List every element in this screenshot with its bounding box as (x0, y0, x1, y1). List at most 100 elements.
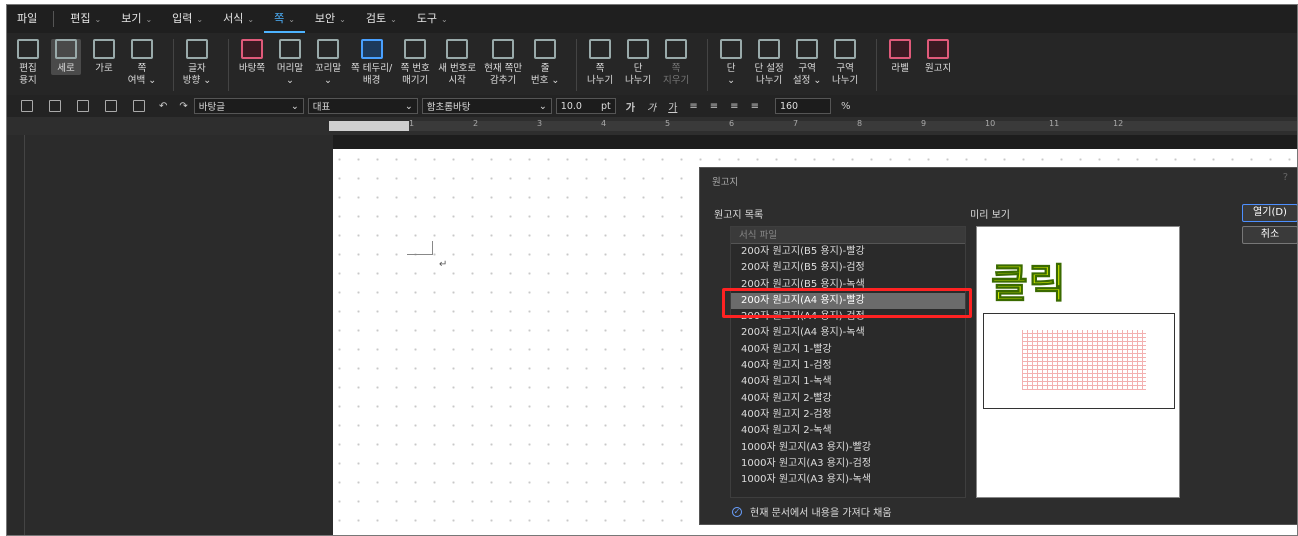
ribbon-button-18[interactable]: 단 설정 나누기 (754, 39, 784, 87)
line-spacing-input[interactable]: 160 (774, 98, 831, 114)
list-item[interactable]: 400자 원고지 2-녹색 (731, 423, 965, 439)
ribbon-button-20[interactable]: 구역 나누기 (830, 39, 860, 87)
list-item[interactable]: 200자 원고지(A4 용지)-검정 (731, 309, 965, 325)
ribbon-button-9[interactable]: 쪽 테두리/배경 (351, 39, 392, 87)
chevron-down-icon: ⌄ (339, 15, 346, 24)
ribbon-button-12[interactable]: 현재 쪽만 감추기 (484, 39, 522, 87)
bold-button[interactable]: 가 (626, 99, 635, 114)
underline-button[interactable]: 가 (668, 99, 677, 114)
list-item[interactable]: 400자 원고지 1-녹색 (731, 374, 965, 390)
list-item[interactable]: 1000자 원고지(A3 용지)-빨강 (731, 440, 965, 456)
ruler-indent-marker[interactable] (329, 121, 409, 131)
ribbon-label: 단 (633, 63, 643, 74)
menu-3[interactable]: 보기 ⌄ (111, 5, 162, 33)
fill-content-checkbox[interactable]: ✓ 현재 문서에서 내용을 가져다 채움 (732, 504, 892, 519)
manuscript-items: 200자 원고지(B5 용지)-빨강 200자 원고지(B5 용지)-검정 200자… (731, 244, 965, 488)
menu-1[interactable]: 파일 (7, 5, 47, 33)
ribbon-label: 바탕쪽 (238, 63, 266, 74)
list-item[interactable]: 400자 원고지 1-빨강 (731, 342, 965, 358)
ribbon-button-6[interactable]: 바탕쪽 (237, 39, 267, 75)
ribbon-button-11[interactable]: 새 번호로 시작 (438, 39, 476, 87)
ribbon-button-16[interactable]: 쪽 지우기 (661, 39, 691, 87)
ribbon-button-1[interactable]: 편집 용지 (13, 39, 43, 87)
ribbon-label: 번호 ⌄ (530, 75, 560, 86)
ribbon-button-22[interactable]: 원고지 (923, 39, 953, 75)
column-break-icon (627, 39, 650, 59)
ribbon-button-5[interactable]: 글자 방향 ⌄ (182, 39, 212, 87)
undo-icon[interactable]: ↶ (159, 101, 167, 112)
align-center-icon[interactable]: ≡ (710, 101, 718, 112)
portrait-icon (55, 39, 77, 59)
manuscript-list[interactable]: 서식 파일 200자 원고지(B5 용지)-빨강 200자 원고지(B5 용지)-… (730, 226, 966, 498)
align-left-icon[interactable]: ≡ (689, 101, 697, 112)
list-item[interactable]: 200자 원고지(B5 용지)-녹색 (731, 277, 965, 293)
cancel-button[interactable]: 취소 (1242, 226, 1297, 244)
language-select[interactable]: 대표 ⌄ (307, 98, 418, 114)
ribbon-button-19[interactable]: 구역 설정 ⌄ (792, 39, 822, 87)
hide-page-icon (492, 39, 515, 59)
line-number-icon (534, 39, 557, 59)
list-item[interactable]: 400자 원고지 2-빨강 (731, 391, 965, 407)
style-select[interactable]: 바탕글 ⌄ (193, 98, 304, 114)
open-icon[interactable] (49, 100, 61, 112)
menu-2[interactable]: 편집 ⌄ (60, 5, 111, 33)
list-item[interactable]: 200자 원고지(B5 용지)-빨강 (731, 244, 965, 260)
chevron-down-icon: ⌄ (288, 15, 295, 24)
page-border-icon (360, 39, 383, 59)
ribbon-button-8[interactable]: 꼬리말 ⌄ (313, 39, 343, 87)
ribbon-button-10[interactable]: 쪽 번호 매기기 (400, 39, 430, 87)
save-icon[interactable] (77, 100, 89, 112)
language-value: 대표 (312, 102, 331, 113)
list-item[interactable]: 200자 원고지(A4 용지)-빨강 (731, 292, 965, 310)
ribbon-button-17[interactable]: 단 ⌄ (716, 39, 746, 87)
ribbon-label: 꼬리말 (314, 63, 342, 74)
font-size-input[interactable]: 10.0 pt (555, 98, 616, 114)
new-doc-icon[interactable] (21, 100, 33, 112)
redo-icon[interactable]: ↷ (179, 101, 187, 112)
print-icon[interactable] (105, 100, 117, 112)
font-select[interactable]: 함초롬바탕 ⌄ (421, 98, 552, 114)
ruler-number: 10 (985, 119, 996, 128)
ribbon-button-14[interactable]: 쪽 나누기 (585, 39, 615, 87)
checkbox-label: 현재 문서에서 내용을 가져다 채움 (750, 508, 892, 519)
justify-icon[interactable]: ≡ (751, 101, 759, 112)
menu-6[interactable]: 쪽 ⌄ (264, 5, 305, 33)
font-size-unit: pt (601, 100, 611, 112)
menu-9[interactable]: 도구 ⌄ (407, 5, 458, 33)
list-item[interactable]: 1000자 원고지(A3 용지)-녹색 (731, 472, 965, 488)
ribbon-button-2[interactable]: 세로 (51, 39, 81, 75)
menu-4[interactable]: 입력 ⌄ (162, 5, 213, 33)
columns-icon (720, 39, 743, 59)
menu-bar: 파일 편집 ⌄ 보기 ⌄ 입력 ⌄ 서식 ⌄ 쪽 ⌄ 보안 ⌄ 검토 ⌄ 도구 ⌄ (7, 5, 1297, 33)
help-icon[interactable]: ? (1283, 172, 1288, 183)
ribbon-label: 쪽 (595, 63, 605, 74)
ribbon-button-13[interactable]: 줄 번호 ⌄ (530, 39, 560, 87)
page-margin-corner (407, 241, 433, 255)
ribbon-label: 배경 (362, 75, 381, 86)
ribbon-button-15[interactable]: 단 나누기 (623, 39, 653, 87)
menu-7[interactable]: 보안 ⌄ (305, 5, 356, 33)
manuscript-icon (927, 39, 950, 59)
ribbon-label: 새 번호로 (438, 63, 477, 74)
preview-icon[interactable] (133, 100, 145, 112)
list-item[interactable]: 400자 원고지 2-검정 (731, 407, 965, 423)
ribbon-button-21[interactable]: 라벨 (885, 39, 915, 75)
list-item[interactable]: 1000자 원고지(A3 용지)-검정 (731, 456, 965, 472)
italic-button[interactable]: 가 (647, 99, 656, 114)
open-button[interactable]: 열기(D) (1242, 204, 1297, 222)
list-item[interactable]: 400자 원고지 1-검정 (731, 358, 965, 374)
align-right-icon[interactable]: ≡ (730, 101, 738, 112)
ribbon-button-3[interactable]: 가로 (89, 39, 119, 75)
ribbon-button-7[interactable]: 머리말 ⌄ (275, 39, 305, 87)
menu-8[interactable]: 검토 ⌄ (356, 5, 407, 33)
page-break-icon (589, 39, 612, 59)
ribbon-button-4[interactable]: 쪽 여백 ⌄ (127, 39, 157, 87)
list-label: 원고지 목록 (714, 210, 764, 221)
menu-5[interactable]: 서식 ⌄ (213, 5, 264, 33)
list-item[interactable]: 200자 원고지(B5 용지)-검정 (731, 260, 965, 276)
ruler-number: 11 (1049, 119, 1060, 128)
list-item[interactable]: 200자 원고지(A4 용지)-녹색 (731, 325, 965, 341)
manuscript-dialog: 원고지 ? 원고지 목록 미리 보기 서식 파일 200자 원고지(B5 용지)… (699, 167, 1297, 525)
chevron-down-icon: ⌄ (441, 15, 448, 24)
menu-label: 편집 (70, 12, 91, 25)
